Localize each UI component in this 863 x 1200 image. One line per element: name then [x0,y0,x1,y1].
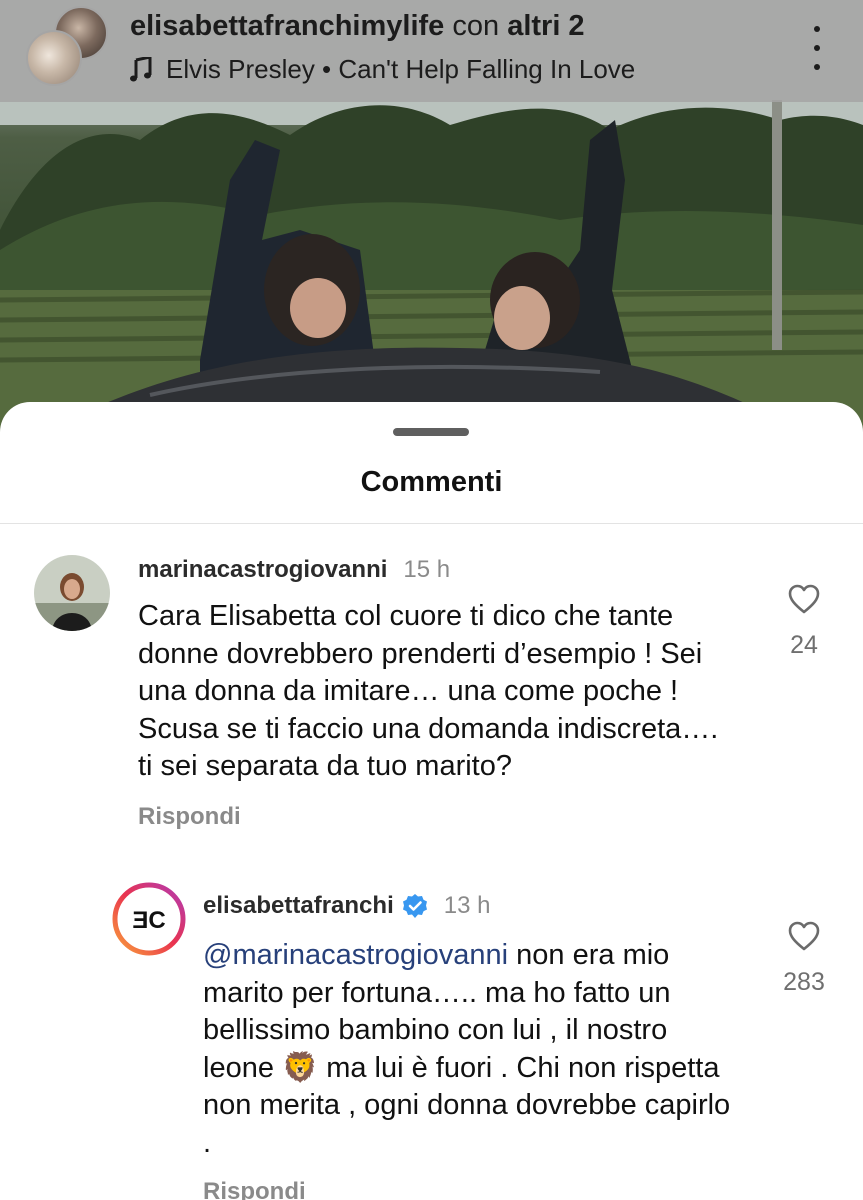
music-note-icon [130,56,154,84]
comment-time: 13 h [443,892,491,919]
others-link[interactable]: altri 2 [507,10,584,42]
post-owner-username[interactable]: elisabettafranchimylife [130,10,444,42]
mention-link[interactable]: @marinacastrogiovanni [203,939,508,971]
like-count: 283 [783,968,825,996]
comment-time: 15 h [403,556,451,583]
heart-icon[interactable] [788,921,820,956]
more-options-button[interactable] [805,26,829,70]
dot [814,45,820,51]
post-header: elisabettafranchimylife con altri 2 Elvi… [0,0,863,102]
avatar[interactable] [34,555,110,631]
reply-button[interactable]: Rispondi [203,1178,306,1200]
verified-badge-icon [402,893,428,919]
lion-emoji-icon: 🦁 [282,1051,319,1084]
comment-username[interactable]: elisabettafranchi 13 h [203,892,490,920]
comment-username[interactable]: marinacastrogiovanni 15 h [138,556,450,584]
collaborator-avatars[interactable] [26,6,110,90]
sheet-title: Commenti [360,466,503,498]
with-label: con [452,10,500,42]
username-link[interactable]: marinacastrogiovanni [138,556,387,584]
brand-logo-text: ƎC [132,907,165,934]
avatar[interactable]: ƎC [112,882,186,956]
like-group: 283 [774,921,834,997]
username-link[interactable]: elisabettafranchi [203,892,394,920]
music-line[interactable]: Elvis Presley • Can't Help Falling In Lo… [130,54,635,85]
song-title[interactable]: Elvis Presley • Can't Help Falling In Lo… [166,54,635,85]
sheet-drag-handle[interactable] [393,428,469,436]
like-group: 24 [774,584,834,660]
comments-sheet: Commenti marinacastrogiovanni 15 h Cara … [0,402,863,1200]
dot [814,64,820,70]
like-count: 24 [790,631,818,659]
comment-text: @marinacastrogiovanni non era mio marito… [203,937,733,1162]
reply-button[interactable]: Rispondi [138,803,241,831]
heart-icon[interactable] [788,584,820,619]
divider [0,523,863,524]
comment-text: Cara Elisabetta col cuore ti dico che ta… [138,600,719,782]
avatar[interactable] [26,30,82,86]
post-owner-line[interactable]: elisabettafranchimylife con altri 2 [130,10,585,43]
dot [814,26,820,32]
